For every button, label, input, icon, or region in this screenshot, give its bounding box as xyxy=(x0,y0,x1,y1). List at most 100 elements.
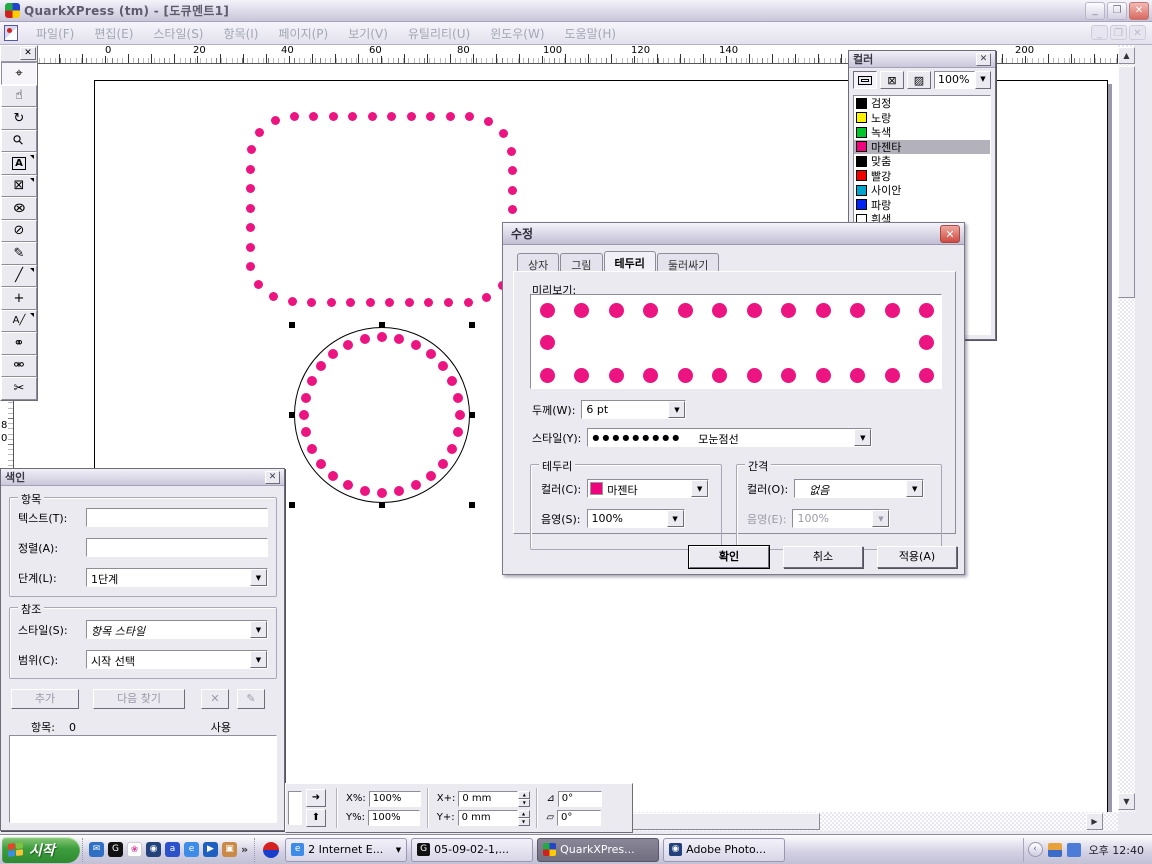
menu-file[interactable]: 파일(F) xyxy=(26,22,84,45)
x-offset-input[interactable]: 0 mm xyxy=(458,791,518,807)
ahnlab-icon[interactable]: a xyxy=(165,842,180,857)
rotation-input[interactable]: 0° xyxy=(558,791,602,807)
index-palette-titlebar[interactable]: 색인 ✕ xyxy=(1,469,284,486)
scroll-up-button[interactable]: ▲ xyxy=(1118,47,1135,64)
colors-palette-titlebar[interactable]: 컬러 ✕ xyxy=(849,51,995,68)
color-row-blue[interactable]: 파랑 xyxy=(854,198,990,213)
doc-minimize-button[interactable]: _ xyxy=(1091,25,1108,40)
gap-color-combo[interactable]: 없음 ▼ xyxy=(794,479,924,498)
chevron-down-icon[interactable]: ▼ xyxy=(975,71,991,89)
scroll-right-button[interactable]: ▶ xyxy=(1086,813,1103,830)
modify-dialog-close-icon[interactable]: ✕ xyxy=(940,225,960,243)
add-button[interactable]: 추가 xyxy=(11,689,79,709)
menu-item[interactable]: 항목(I) xyxy=(214,22,269,45)
document-icon[interactable] xyxy=(4,25,18,41)
rectangle-picture-box-tool[interactable]: ⊠ xyxy=(1,175,37,198)
x-offset-stepper[interactable]: ▲▼ xyxy=(518,791,530,807)
color-row-black[interactable]: 검정 xyxy=(854,96,990,111)
menu-page[interactable]: 페이지(P) xyxy=(268,22,338,45)
style-value[interactable]: 모눈점선 xyxy=(686,429,854,446)
menu-help[interactable]: 도움말(H) xyxy=(555,22,627,45)
entry-level-combo[interactable]: 1단계 ▼ xyxy=(86,568,268,587)
chevron-down-icon[interactable]: ▼ xyxy=(691,480,708,497)
entry-text-input[interactable] xyxy=(86,508,268,527)
vertical-scroll-thumb[interactable] xyxy=(1118,66,1135,298)
ref-style-combo[interactable]: 항목 스타일 ▼ xyxy=(86,620,268,639)
chevron-down-icon[interactable]: ▼ xyxy=(668,401,685,418)
menu-window[interactable]: 윈도우(W) xyxy=(480,22,554,45)
line-tool[interactable]: ╱ xyxy=(1,265,37,288)
menu-view[interactable]: 보기(V) xyxy=(338,22,398,45)
zoom-tool[interactable]: ⚲ xyxy=(1,130,37,153)
delete-icon[interactable]: ✕ xyxy=(201,689,229,709)
tool-palette-close-icon[interactable]: ✕ xyxy=(20,47,36,60)
ref-scope-value[interactable]: 시작 선택 xyxy=(87,651,250,668)
entry-level-value[interactable]: 1단계 xyxy=(87,569,250,586)
oval-picture-box-tool[interactable]: ⊘ xyxy=(1,220,37,243)
wmp-play-icon[interactable]: ▶ xyxy=(203,842,218,857)
chevron-down-icon[interactable]: ▼ xyxy=(667,510,684,527)
restore-button[interactable]: ❐ xyxy=(1107,2,1127,20)
chevron-down-icon[interactable]: ▼ xyxy=(906,480,923,497)
modify-dialog-titlebar[interactable]: 수정 ✕ xyxy=(503,223,964,245)
chevron-down-icon[interactable]: ▼ xyxy=(854,429,871,446)
unlinking-tool[interactable]: ⚮ xyxy=(1,355,37,378)
color-row-cyan[interactable]: 사이안 xyxy=(854,183,990,198)
index-entry-list[interactable] xyxy=(9,735,277,823)
tray-collapse-icon[interactable]: ‹ xyxy=(1028,842,1043,857)
messenger-icon[interactable]: ✉ xyxy=(89,842,104,857)
cancel-button[interactable]: 취소 xyxy=(783,546,863,568)
menu-utilities[interactable]: 유틸리티(U) xyxy=(398,22,480,45)
rounded-picture-box-tool[interactable]: ⊗ xyxy=(1,197,37,220)
apply-button[interactable]: 적용(A) xyxy=(877,546,957,568)
start-button[interactable]: 시작 xyxy=(2,837,80,863)
flip-horizontal-button[interactable]: ➜ xyxy=(306,789,326,807)
skew-input[interactable]: 0° xyxy=(557,810,601,826)
chevron-down-icon[interactable]: ▼ xyxy=(250,651,267,668)
doc-close-button[interactable]: ✕ xyxy=(1129,25,1146,40)
task-photoshop[interactable]: ◉ Adobe Photo... xyxy=(663,838,785,862)
entry-sort-input[interactable] xyxy=(86,538,268,557)
ime-korean-icon[interactable] xyxy=(263,842,279,858)
chevron-down-icon[interactable]: ▼ xyxy=(396,846,401,854)
width-value[interactable]: 6 pt xyxy=(582,401,668,418)
menu-style[interactable]: 스타일(S) xyxy=(143,22,213,45)
frame-shade-combo[interactable]: 100% ▼ xyxy=(587,509,685,528)
doc-restore-button[interactable]: ❐ xyxy=(1110,25,1127,40)
vertical-scrollbar[interactable]: ▲ ▼ xyxy=(1118,45,1135,812)
text-path-tool[interactable]: A╱ xyxy=(1,310,37,333)
index-palette-close-icon[interactable]: ✕ xyxy=(265,471,280,484)
photo-viewer-icon[interactable]: ▣ xyxy=(222,842,237,857)
close-button[interactable]: ✕ xyxy=(1129,2,1149,20)
color-row-yellow[interactable]: 노랑 xyxy=(854,111,990,126)
rotation-tool[interactable]: ↻ xyxy=(1,107,37,130)
task-quarkxpress[interactable]: QuarkXPres... xyxy=(537,838,659,862)
y-scale-input[interactable]: 100% xyxy=(368,810,420,826)
quick-launch-overflow-icon[interactable]: » xyxy=(241,843,248,856)
style-combo[interactable]: ●●●●●●●●● 모눈점선 ▼ xyxy=(587,428,872,447)
acdsee-icon[interactable]: G xyxy=(108,842,123,857)
ref-style-value[interactable]: 항목 스타일 xyxy=(87,621,250,638)
users-tray-icon[interactable] xyxy=(1048,843,1062,857)
task-folder[interactable]: G 05-09-02-1,... xyxy=(411,838,533,862)
flower-app-icon[interactable]: ❀ xyxy=(127,842,142,857)
orthogonal-line-tool[interactable]: + xyxy=(1,287,37,310)
task-internet-explorer[interactable]: e 2 Internet E... ▼ xyxy=(285,838,407,862)
color-row-green[interactable]: 녹색 xyxy=(854,125,990,140)
chevron-down-icon[interactable]: ▼ xyxy=(250,621,267,638)
colors-palette-close-icon[interactable]: ✕ xyxy=(976,53,991,66)
ok-button[interactable]: 확인 xyxy=(689,546,769,568)
chevron-down-icon[interactable]: ▼ xyxy=(250,569,267,586)
x-scale-input[interactable]: 100% xyxy=(369,791,421,807)
y-offset-input[interactable]: 0 mm xyxy=(458,810,518,826)
frame-shade-value[interactable]: 100% xyxy=(588,510,667,527)
shade-value[interactable]: 100% xyxy=(934,71,975,89)
gap-color-value[interactable]: 없음 xyxy=(795,480,906,497)
linking-tool[interactable]: ⚭ xyxy=(1,332,37,355)
y-offset-stepper[interactable]: ▲▼ xyxy=(518,810,530,826)
menu-edit[interactable]: 편집(E) xyxy=(84,22,143,45)
background-color-mode-button[interactable]: ▨ xyxy=(907,71,931,89)
internet-explorer-icon[interactable]: e xyxy=(184,842,199,857)
scroll-down-button[interactable]: ▼ xyxy=(1118,793,1135,810)
frame-color-mode-button[interactable] xyxy=(853,71,877,89)
